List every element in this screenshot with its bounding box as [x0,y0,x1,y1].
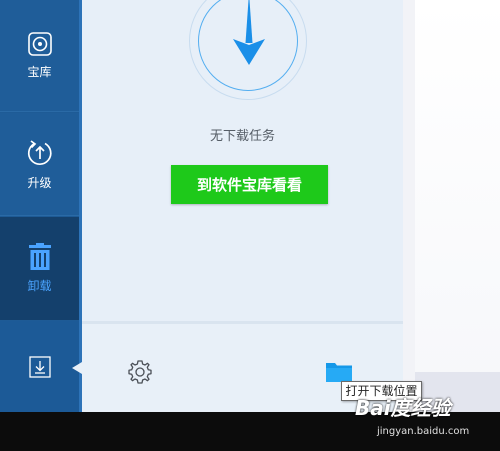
right-background-area [403,0,500,412]
sidebar-item-label: 升级 [27,175,52,190]
download-status-circle [189,0,307,100]
right-background-panel [415,0,500,412]
sidebar-item-store[interactable]: 宝库 [0,0,79,112]
sidebar-item-uninstall[interactable]: 卸载 [0,217,79,320]
watermark: Bai度经验 jingyan.baidu.com [355,392,495,442]
download-tray-icon [28,355,51,378]
sidebar-item-download[interactable] [0,321,79,412]
trash-bin-icon [28,243,51,270]
sidebar-item-label: 卸载 [27,279,52,293]
gear-icon[interactable] [127,359,153,385]
active-indicator-arrow [72,362,82,374]
go-to-store-button[interactable]: 到软件宝库看看 [171,165,328,204]
disc-icon [27,32,52,56]
download-panel: 无下载任务 到软件宝库看看 [82,0,403,412]
app-window: 宝库 升级 卸载 无下载任务 到软件宝库看看 打开下载位置 [0,0,500,412]
watermark-url: jingyan.baidu.com [377,426,470,437]
upgrade-refresh-icon [27,139,52,165]
sidebar: 宝库 升级 卸载 [0,0,82,412]
watermark-logo: Bai度经验 [355,396,451,420]
download-status-text: 无下载任务 [209,129,275,144]
download-arrow-icon [233,0,265,65]
sidebar-item-upgrade[interactable]: 升级 [0,113,79,216]
sidebar-item-label: 宝库 [27,65,52,79]
